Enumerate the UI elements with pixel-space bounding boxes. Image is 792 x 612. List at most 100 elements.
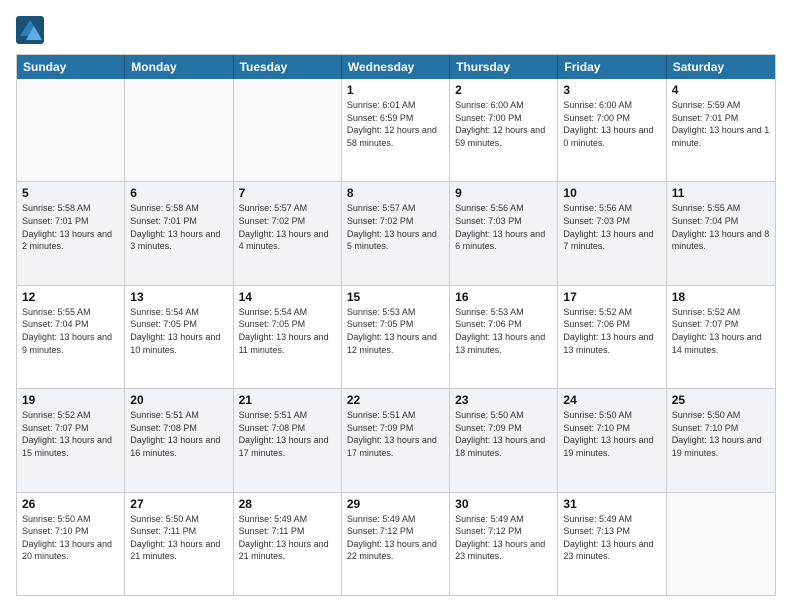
- cell-info: Sunrise: 5:57 AMSunset: 7:02 PMDaylight:…: [347, 202, 444, 252]
- cell-info: Sunrise: 5:59 AMSunset: 7:01 PMDaylight:…: [672, 99, 770, 149]
- cell-info: Sunrise: 5:56 AMSunset: 7:03 PMDaylight:…: [455, 202, 552, 252]
- calendar-cell: 18 Sunrise: 5:52 AMSunset: 7:07 PMDayligh…: [667, 286, 775, 388]
- day-number: 28: [239, 497, 336, 511]
- calendar-cell: 30 Sunrise: 5:49 AMSunset: 7:12 PMDayligh…: [450, 493, 558, 595]
- calendar-cell: 10 Sunrise: 5:56 AMSunset: 7:03 PMDayligh…: [558, 182, 666, 284]
- cell-info: Sunrise: 5:52 AMSunset: 7:06 PMDaylight:…: [563, 306, 660, 356]
- day-number: 26: [22, 497, 119, 511]
- day-number: 16: [455, 290, 552, 304]
- day-number: 6: [130, 186, 227, 200]
- cell-info: Sunrise: 5:57 AMSunset: 7:02 PMDaylight:…: [239, 202, 336, 252]
- calendar-cell: 24 Sunrise: 5:50 AMSunset: 7:10 PMDayligh…: [558, 389, 666, 491]
- day-number: 9: [455, 186, 552, 200]
- calendar-cell: 28 Sunrise: 5:49 AMSunset: 7:11 PMDayligh…: [234, 493, 342, 595]
- header: [16, 16, 776, 44]
- cell-info: Sunrise: 5:58 AMSunset: 7:01 PMDaylight:…: [22, 202, 119, 252]
- day-number: 8: [347, 186, 444, 200]
- cell-info: Sunrise: 5:50 AMSunset: 7:10 PMDaylight:…: [22, 513, 119, 563]
- cell-info: Sunrise: 5:52 AMSunset: 7:07 PMDaylight:…: [672, 306, 770, 356]
- cell-info: Sunrise: 5:55 AMSunset: 7:04 PMDaylight:…: [672, 202, 770, 252]
- day-number: 10: [563, 186, 660, 200]
- cell-info: Sunrise: 5:50 AMSunset: 7:11 PMDaylight:…: [130, 513, 227, 563]
- cell-info: Sunrise: 6:00 AMSunset: 7:00 PMDaylight:…: [455, 99, 552, 149]
- header-day-tuesday: Tuesday: [234, 55, 342, 79]
- calendar-cell: 4Sunrise: 5:59 AMSunset: 7:01 PMDaylight…: [667, 79, 775, 181]
- calendar-cell: 26 Sunrise: 5:50 AMSunset: 7:10 PMDayligh…: [17, 493, 125, 595]
- day-number: 20: [130, 393, 227, 407]
- calendar-cell: [17, 79, 125, 181]
- day-number: 31: [563, 497, 660, 511]
- cell-info: Sunrise: 5:54 AMSunset: 7:05 PMDaylight:…: [239, 306, 336, 356]
- calendar-cell: 16 Sunrise: 5:53 AMSunset: 7:06 PMDayligh…: [450, 286, 558, 388]
- cell-info: Sunrise: 5:50 AMSunset: 7:09 PMDaylight:…: [455, 409, 552, 459]
- calendar-cell: 8 Sunrise: 5:57 AMSunset: 7:02 PMDaylight…: [342, 182, 450, 284]
- cell-info: Sunrise: 5:49 AMSunset: 7:11 PMDaylight:…: [239, 513, 336, 563]
- day-number: 13: [130, 290, 227, 304]
- page: SundayMondayTuesdayWednesdayThursdayFrid…: [0, 0, 792, 612]
- day-number: 17: [563, 290, 660, 304]
- calendar-row-3: 19Sunrise: 5:52 AMSunset: 7:07 PMDayligh…: [17, 388, 775, 491]
- cell-info: Sunrise: 5:49 AMSunset: 7:12 PMDaylight:…: [455, 513, 552, 563]
- calendar-cell: 11 Sunrise: 5:55 AMSunset: 7:04 PMDayligh…: [667, 182, 775, 284]
- calendar-cell: 29 Sunrise: 5:49 AMSunset: 7:12 PMDayligh…: [342, 493, 450, 595]
- calendar: SundayMondayTuesdayWednesdayThursdayFrid…: [16, 54, 776, 596]
- calendar-cell: 3 Sunrise: 6:00 AMSunset: 7:00 PMDaylight…: [558, 79, 666, 181]
- calendar-cell: 7 Sunrise: 5:57 AMSunset: 7:02 PMDaylight…: [234, 182, 342, 284]
- calendar-row-1: 5 Sunrise: 5:58 AMSunset: 7:01 PMDaylight…: [17, 181, 775, 284]
- calendar-cell: 5 Sunrise: 5:58 AMSunset: 7:01 PMDaylight…: [17, 182, 125, 284]
- logo-icon: [16, 16, 44, 44]
- cell-info: Sunrise: 5:49 AMSunset: 7:13 PMDaylight:…: [563, 513, 660, 563]
- calendar-row-0: 1 Sunrise: 6:01 AMSunset: 6:59 PMDaylight…: [17, 79, 775, 181]
- cell-info: Sunrise: 6:00 AMSunset: 7:00 PMDaylight:…: [563, 99, 660, 149]
- calendar-cell: [125, 79, 233, 181]
- day-number: 21: [239, 393, 336, 407]
- calendar-cell: 12Sunrise: 5:55 AMSunset: 7:04 PMDayligh…: [17, 286, 125, 388]
- day-number: 27: [130, 497, 227, 511]
- day-number: 24: [563, 393, 660, 407]
- calendar-cell: 1 Sunrise: 6:01 AMSunset: 6:59 PMDaylight…: [342, 79, 450, 181]
- day-number: 3: [563, 83, 660, 97]
- calendar-cell: 22Sunrise: 5:51 AMSunset: 7:09 PMDayligh…: [342, 389, 450, 491]
- calendar-row-4: 26 Sunrise: 5:50 AMSunset: 7:10 PMDayligh…: [17, 492, 775, 595]
- cell-info: Sunrise: 5:51 AMSunset: 7:08 PMDaylight:…: [130, 409, 227, 459]
- calendar-row-2: 12Sunrise: 5:55 AMSunset: 7:04 PMDayligh…: [17, 285, 775, 388]
- cell-info: Sunrise: 5:50 AMSunset: 7:10 PMDaylight:…: [563, 409, 660, 459]
- day-number: 29: [347, 497, 444, 511]
- header-day-thursday: Thursday: [450, 55, 558, 79]
- cell-info: Sunrise: 5:51 AMSunset: 7:08 PMDaylight:…: [239, 409, 336, 459]
- calendar-cell: 25Sunrise: 5:50 AMSunset: 7:10 PMDayligh…: [667, 389, 775, 491]
- day-number: 7: [239, 186, 336, 200]
- header-day-saturday: Saturday: [667, 55, 775, 79]
- header-day-wednesday: Wednesday: [342, 55, 450, 79]
- cell-info: Sunrise: 5:54 AMSunset: 7:05 PMDaylight:…: [130, 306, 227, 356]
- day-number: 11: [672, 186, 770, 200]
- day-number: 25: [672, 393, 770, 407]
- logo: [16, 16, 48, 44]
- day-number: 30: [455, 497, 552, 511]
- calendar-body: 1 Sunrise: 6:01 AMSunset: 6:59 PMDaylight…: [17, 79, 775, 595]
- calendar-cell: 27 Sunrise: 5:50 AMSunset: 7:11 PMDayligh…: [125, 493, 233, 595]
- calendar-cell: 17 Sunrise: 5:52 AMSunset: 7:06 PMDayligh…: [558, 286, 666, 388]
- calendar-cell: 15Sunrise: 5:53 AMSunset: 7:05 PMDayligh…: [342, 286, 450, 388]
- calendar-cell: 2 Sunrise: 6:00 AMSunset: 7:00 PMDaylight…: [450, 79, 558, 181]
- day-number: 2: [455, 83, 552, 97]
- calendar-cell: 6Sunrise: 5:58 AMSunset: 7:01 PMDaylight…: [125, 182, 233, 284]
- calendar-cell: 14Sunrise: 5:54 AMSunset: 7:05 PMDayligh…: [234, 286, 342, 388]
- calendar-cell: 21 Sunrise: 5:51 AMSunset: 7:08 PMDayligh…: [234, 389, 342, 491]
- calendar-cell: 23Sunrise: 5:50 AMSunset: 7:09 PMDayligh…: [450, 389, 558, 491]
- cell-info: Sunrise: 6:01 AMSunset: 6:59 PMDaylight:…: [347, 99, 444, 149]
- cell-info: Sunrise: 5:56 AMSunset: 7:03 PMDaylight:…: [563, 202, 660, 252]
- day-number: 18: [672, 290, 770, 304]
- cell-info: Sunrise: 5:53 AMSunset: 7:05 PMDaylight:…: [347, 306, 444, 356]
- cell-info: Sunrise: 5:49 AMSunset: 7:12 PMDaylight:…: [347, 513, 444, 563]
- day-number: 1: [347, 83, 444, 97]
- header-day-sunday: Sunday: [17, 55, 125, 79]
- calendar-cell: 19Sunrise: 5:52 AMSunset: 7:07 PMDayligh…: [17, 389, 125, 491]
- cell-info: Sunrise: 5:53 AMSunset: 7:06 PMDaylight:…: [455, 306, 552, 356]
- day-number: 5: [22, 186, 119, 200]
- calendar-cell: 13 Sunrise: 5:54 AMSunset: 7:05 PMDayligh…: [125, 286, 233, 388]
- header-day-monday: Monday: [125, 55, 233, 79]
- calendar-cell: 20 Sunrise: 5:51 AMSunset: 7:08 PMDayligh…: [125, 389, 233, 491]
- cell-info: Sunrise: 5:51 AMSunset: 7:09 PMDaylight:…: [347, 409, 444, 459]
- day-number: 19: [22, 393, 119, 407]
